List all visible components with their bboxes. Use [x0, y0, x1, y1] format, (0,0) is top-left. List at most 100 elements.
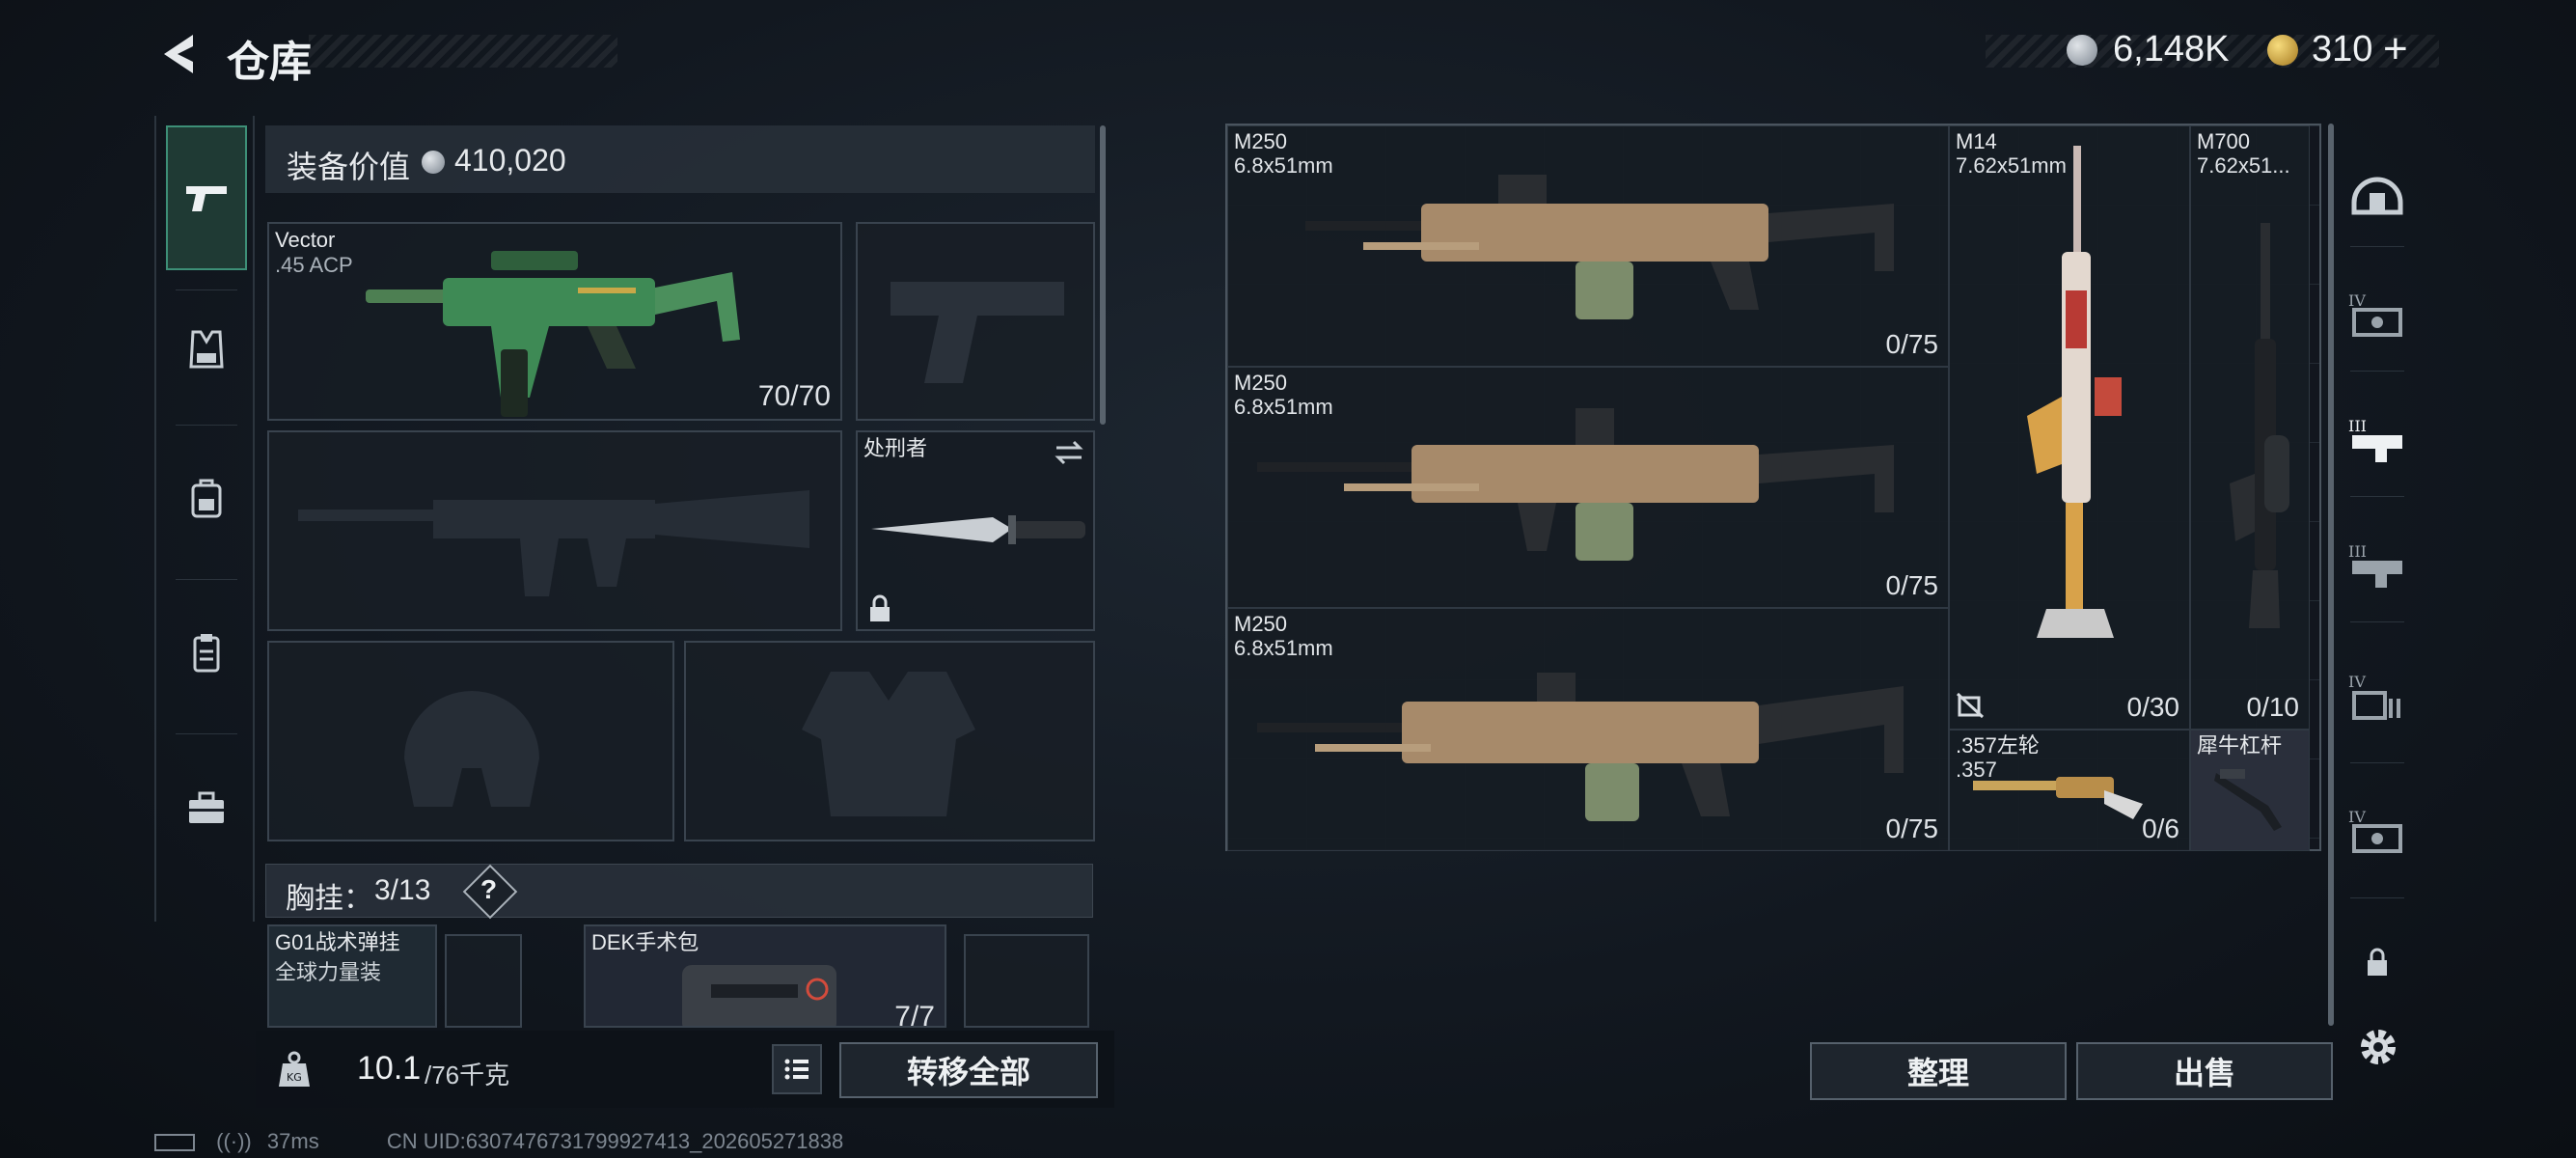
clipboard-icon [193, 634, 220, 673]
item-ammo: 0/6 [2142, 813, 2179, 843]
right-tab-helmet[interactable] [2337, 151, 2418, 232]
equipment-scrollbar[interactable] [1100, 125, 1106, 425]
svg-text:III: III [2348, 542, 2367, 561]
helmet-icon [2351, 177, 2403, 215]
primary-weapon-name: Vector [275, 228, 336, 252]
rack-iii-b-icon: III [2348, 542, 2402, 588]
silver-currency-amount: 6,148K [2113, 29, 2230, 69]
battery-icon [154, 1134, 195, 1152]
secondary-weapon-slot-empty[interactable] [267, 430, 842, 631]
weight-kg-icon[interactable]: KG [275, 1050, 314, 1089]
pistol-icon [186, 186, 227, 211]
sell-button[interactable]: 出售 [2076, 1042, 2333, 1100]
list-icon [784, 1059, 808, 1080]
silver-coin-icon [422, 151, 445, 174]
right-tab-storage-iv-b[interactable]: IV [2337, 656, 2418, 737]
gold-coin-icon [2267, 35, 2298, 66]
chest-rig-bar: 胸挂： 3/13 ? [265, 864, 1093, 920]
lock-icon [2368, 948, 2387, 976]
vector-smg-image [366, 251, 740, 417]
chest-item-tactical-rig[interactable]: G01战术弹挂 全球力量装 [267, 924, 437, 1028]
medkit-image [682, 965, 836, 1026]
chest-item-name: DEK手术包 [591, 930, 699, 954]
lever-tool-image [2214, 769, 2282, 831]
user-uid: CN UID:6307476731799927413_202605271838 [386, 1129, 844, 1153]
primary-weapon-slot[interactable]: Vector .45 ACP 70/70 [267, 222, 842, 421]
list-view-button[interactable] [772, 1044, 822, 1094]
help-question-icon: ? [480, 874, 498, 904]
item-caliber: 7.62x51... [2197, 153, 2290, 178]
rack-iv-b-icon: IV [2348, 673, 2400, 720]
add-currency-button[interactable]: + [2383, 25, 2408, 73]
armor-slot-empty[interactable] [684, 641, 1095, 841]
right-tab-storage-iv-c[interactable]: IV [2337, 791, 2418, 872]
back-arrow-icon[interactable] [154, 29, 205, 79]
tab-pouch[interactable] [166, 613, 247, 694]
chest-slot-empty[interactable] [964, 934, 1089, 1028]
tab-weapons[interactable] [166, 125, 247, 270]
lock-icon [870, 594, 890, 621]
storage-item-m700[interactable]: M700 7.62x51... 0/10 [2190, 125, 2310, 730]
m250-lmg-image [1305, 175, 1894, 319]
rack-iii-icon: III [2348, 417, 2402, 462]
rack-iv-icon: IV [2348, 291, 2402, 337]
right-tab-storage-iii-active[interactable]: III [2337, 400, 2418, 482]
item-ammo: 0/75 [1885, 570, 1939, 600]
right-tab-locked[interactable] [2337, 922, 2418, 1003]
tab-backpack[interactable] [166, 458, 247, 539]
item-ammo: 0/75 [1885, 813, 1939, 843]
m250-lmg-image [1257, 408, 1894, 561]
rifle-placeholder-icon [298, 490, 809, 596]
tab-armor-vest[interactable] [166, 309, 247, 390]
storage-item-m250[interactable]: M250 6.8x51mm 0/75 [1227, 125, 1949, 367]
svg-text:IV: IV [2348, 808, 2366, 826]
rack-iv-c-icon: IV [2348, 808, 2402, 853]
chest-item-count: 7/7 [894, 1001, 935, 1028]
m700-sniper-image [2230, 223, 2289, 628]
tab-case[interactable] [166, 767, 247, 848]
transfer-all-button[interactable]: 转移全部 [839, 1042, 1098, 1098]
armor-placeholder-icon [802, 672, 975, 816]
item-name: M250 [1234, 612, 1288, 636]
chest-item-name: G01战术弹挂 [275, 930, 400, 954]
sort-button[interactable]: 整理 [1810, 1042, 2067, 1100]
svg-text:IV: IV [2348, 673, 2366, 691]
storage-item-357-revolver[interactable]: .357左轮 .357 0/6 [1949, 730, 2190, 851]
storage-item-m250[interactable]: M250 6.8x51mm 0/75 [1227, 367, 1949, 608]
item-name: M250 [1234, 129, 1288, 153]
storage-item-m14[interactable]: M14 7.62x51mm 0/30 [1949, 125, 2190, 730]
melee-name: 处刑者 [863, 436, 928, 460]
right-tab-storage-iii-b[interactable]: III [2337, 526, 2418, 607]
helmet-slot-empty[interactable] [267, 641, 674, 841]
melee-slot[interactable]: 处刑者 [856, 430, 1095, 631]
equipment-value: 410,020 [454, 143, 566, 178]
primary-weapon-caliber: .45 ACP [275, 253, 353, 277]
title-stripe-decoration [309, 35, 617, 68]
vest-icon [189, 330, 224, 369]
briefcase-icon [189, 791, 224, 823]
swap-arrows-icon[interactable] [1053, 438, 1085, 467]
no-mod-icon [1956, 692, 1985, 719]
gear-icon[interactable] [2354, 1023, 2402, 1071]
item-ammo: 0/30 [2126, 692, 2180, 722]
chest-rig-capacity: 3/13 [374, 874, 431, 906]
item-ammo: 0/10 [2246, 692, 2300, 722]
storage-item-rhino-lever[interactable]: 犀牛杠杆 [2190, 730, 2310, 851]
storage-scrollbar[interactable] [2328, 124, 2334, 1026]
chest-slot-empty[interactable] [445, 934, 522, 1028]
svg-text:III: III [2348, 417, 2367, 435]
chest-item-subtitle: 全球力量装 [275, 960, 382, 984]
m250-lmg-image [1257, 673, 1904, 821]
right-tab-storage-iv[interactable]: IV [2337, 275, 2418, 356]
silver-coin-icon [2067, 35, 2097, 66]
weight-transfer-bar: KG 10.1 /76千克 转移全部 [256, 1031, 1114, 1108]
sidearm-slot-empty[interactable] [856, 222, 1095, 421]
primary-weapon-ammo: 70/70 [757, 380, 831, 412]
equipment-panel: 装备价值 410,020 Vector .45 ACP 70/70 处刑者 胸挂… [265, 125, 1095, 1028]
storage-item-m250[interactable]: M250 6.8x51mm 0/75 [1227, 608, 1949, 851]
item-name: 犀牛杠杆 [2197, 733, 2283, 758]
chest-item-surgery-kit[interactable]: DEK手术包 7/7 [584, 924, 946, 1028]
equipment-value-bar: 装备价值 410,020 [265, 125, 1095, 193]
carry-weight-max: /76千克 [425, 1061, 510, 1089]
item-name: .357左轮 [1956, 733, 2040, 758]
